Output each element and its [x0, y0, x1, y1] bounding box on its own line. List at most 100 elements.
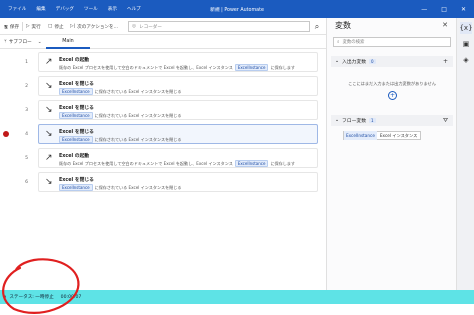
action-title: Excel を閉じる	[59, 130, 94, 135]
recorder-button[interactable]: ◎ レコーダー	[128, 21, 310, 32]
subflow-bar: ᛘ サブフロー ⌄ Main	[0, 35, 326, 49]
save-label: 保存	[9, 24, 20, 30]
action-description: 既存の Excel プロセスを使用して空白のドキュメントで Excel を起動し…	[59, 160, 295, 167]
minimize-icon[interactable]: —	[421, 6, 427, 13]
action-title: Excel を閉じる	[59, 82, 94, 87]
side-panel-strip: {x} ▣ ◈	[456, 18, 474, 290]
run-label: 実行	[31, 24, 41, 30]
action-description: ExcelInstance に保存されている Excel インスタンスを閉じる	[59, 112, 181, 119]
chevron-down-icon: ⌄	[335, 118, 340, 123]
action-desc-post: に保存されている Excel インスタンスを閉じる	[94, 136, 182, 142]
flow-designer: 1 ↗ Excel の起動 既存の Excel プロセスを使用して空白のドキュメ…	[0, 49, 326, 290]
step-icon: ▷|	[70, 24, 76, 29]
section-label: フロー変数	[342, 119, 367, 124]
add-variable-icon[interactable]: +	[443, 56, 448, 67]
title-bar: ファイル 編集 デバッグ ツール 表示 ヘルプ 新規 | Power Autom…	[0, 0, 474, 18]
action-description: ExcelInstance に保存されている Excel インスタンスを閉じる	[59, 88, 181, 95]
launch-excel-icon: ↗	[45, 57, 53, 67]
add-input-variable-button[interactable]: +	[388, 91, 397, 100]
action-desc-post: に保存されている Excel インスタンスを閉じる	[94, 184, 182, 190]
variable-chip[interactable]: ExcelInstance	[59, 136, 93, 143]
run-next-action-button[interactable]: ▷| 次のアクションを...	[70, 18, 118, 35]
line-number: 2	[25, 83, 28, 89]
tab-main[interactable]: Main	[46, 35, 90, 49]
line-number: 1	[25, 59, 28, 65]
variable-chip[interactable]: ExcelInstance	[234, 64, 269, 71]
input-output-section-header[interactable]: ⌄ 入出力変数 0 +	[331, 56, 453, 67]
run-button[interactable]: ▷ 実行	[26, 18, 41, 35]
action-desc-pre: 既存の Excel プロセスを使用して空白のドキュメントで Excel を起動し…	[59, 64, 233, 70]
stop-button[interactable]: □ 停止	[48, 18, 64, 35]
action-row[interactable]: 5 ↗ Excel の起動 既存の Excel プロセスを使用して空白のドキュメ…	[0, 147, 326, 169]
variable-chip[interactable]: ExcelInstance	[59, 184, 93, 191]
launch-excel-icon: ↗	[45, 153, 53, 163]
save-icon: 🖫	[4, 24, 8, 30]
action-row[interactable]: 4 ↘ Excel を閉じる ExcelInstance に保存されている Ex…	[0, 123, 326, 145]
toolbar-divider	[22, 22, 23, 31]
toolbar: 🖫 保存 ▷ 実行 □ 停止 ▷| 次のアクションを... ◎ レコーダー	[0, 18, 326, 35]
action-card[interactable]: ↗ Excel の起動 既存の Excel プロセスを使用して空白のドキュメント…	[38, 148, 318, 168]
line-number: 5	[25, 155, 28, 161]
action-desc-post: に保存します	[270, 160, 296, 166]
variable-chip[interactable]: ExcelInstance	[234, 160, 269, 167]
subflow-dropdown[interactable]: ᛘ サブフロー ⌄	[4, 35, 42, 49]
action-title: Excel の起動	[59, 154, 90, 159]
action-title: Excel を閉じる	[59, 106, 94, 111]
variables-search-input[interactable]: ⌕ 変数の検索	[333, 37, 451, 47]
action-row[interactable]: 1 ↗ Excel の起動 既存の Excel プロセスを使用して空白のドキュメ…	[0, 51, 326, 73]
action-desc-post: に保存されている Excel インスタンスを閉じる	[94, 112, 182, 118]
action-row[interactable]: 2 ↘ Excel を閉じる ExcelInstance に保存されている Ex…	[0, 75, 326, 97]
action-row[interactable]: 3 ↘ Excel を閉じる ExcelInstance に保存されている Ex…	[0, 99, 326, 121]
action-desc-post: に保存します	[270, 64, 296, 70]
action-description: 既存の Excel プロセスを使用して空白のドキュメントで Excel を起動し…	[59, 64, 295, 71]
section-count: 0	[369, 59, 376, 64]
variables-title: 変数	[335, 21, 351, 30]
close-icon[interactable]: ✕	[461, 6, 466, 13]
ui-elements-panel-icon[interactable]: ◈	[460, 54, 472, 66]
bottom-strip	[0, 304, 474, 315]
recorder-label: レコーダー	[139, 24, 162, 30]
images-panel-icon[interactable]: ▣	[460, 38, 472, 50]
status-icon: ⏸	[4, 295, 7, 300]
action-card[interactable]: ↘ Excel を閉じる ExcelInstance に保存されている Exce…	[38, 172, 318, 192]
save-button[interactable]: 🖫 保存	[4, 18, 19, 35]
variable-chip[interactable]: ExcelInstance	[59, 88, 93, 95]
maximize-icon[interactable]: □	[441, 6, 447, 13]
search-icon[interactable]: ⌕	[310, 18, 324, 35]
section-label: 入出力変数	[342, 60, 367, 65]
empty-state-text: ここにはまだ入力または出力変数がありません	[348, 81, 436, 86]
step-label: 次のアクションを...	[77, 24, 118, 30]
action-title: Excel を閉じる	[59, 178, 94, 183]
window-controls: — □ ✕	[421, 0, 466, 18]
action-desc-pre: 既存の Excel プロセスを使用して空白のドキュメントで Excel を起動し…	[59, 160, 233, 166]
variable-chip[interactable]: ExcelInstance	[59, 112, 93, 119]
play-icon: ▷	[26, 24, 30, 29]
flow-variables-section-header[interactable]: ⌄ フロー変数 1 ⛛	[331, 115, 453, 126]
variable-name: ExcelInstance	[344, 131, 377, 140]
action-card[interactable]: ↘ Excel を閉じる ExcelInstance に保存されている Exce…	[38, 100, 318, 120]
line-number: 4	[25, 131, 28, 137]
flow-variable-item[interactable]: ExcelInstance Excel インスタンス	[343, 131, 422, 140]
run-time: 00:00:07	[60, 294, 82, 300]
filter-icon[interactable]: ⛛	[443, 115, 448, 126]
action-description: ExcelInstance に保存されている Excel インスタンスを閉じる	[59, 136, 181, 143]
close-excel-icon: ↘	[45, 105, 53, 115]
subflow-icon: ᛘ	[4, 40, 7, 45]
stop-icon: □	[48, 24, 53, 29]
action-card[interactable]: ↘ Excel を閉じる ExcelInstance に保存されている Exce…	[38, 76, 318, 96]
power-automate-window: ファイル 編集 デバッグ ツール 表示 ヘルプ 新規 | Power Autom…	[0, 0, 474, 315]
status-text: ステータス: 一時停止	[9, 295, 54, 300]
line-number: 3	[25, 107, 28, 113]
status-bar: ⏸ ステータス: 一時停止 00:00:07	[0, 290, 474, 304]
close-pane-icon[interactable]: ✕	[442, 21, 448, 29]
variables-pane: 変数 ✕ ⌕ 変数の検索 ⌄ 入出力変数 0 + ここにはまだ入力または出力変数…	[326, 18, 456, 290]
close-excel-icon: ↘	[45, 129, 53, 139]
window-title: 新規 | Power Automate	[210, 7, 264, 13]
action-card-selected[interactable]: ↘ Excel を閉じる ExcelInstance に保存されている Exce…	[38, 124, 318, 144]
action-title: Excel の起動	[59, 58, 90, 63]
action-card[interactable]: ↗ Excel の起動 既存の Excel プロセスを使用して空白のドキュメント…	[38, 52, 318, 72]
variables-panel-icon[interactable]: {x}	[459, 22, 473, 34]
recorder-icon: ◎	[132, 24, 137, 29]
chevron-down-icon: ⌄	[335, 59, 340, 64]
action-row[interactable]: 6 ↘ Excel を閉じる ExcelInstance に保存されている Ex…	[0, 171, 326, 193]
